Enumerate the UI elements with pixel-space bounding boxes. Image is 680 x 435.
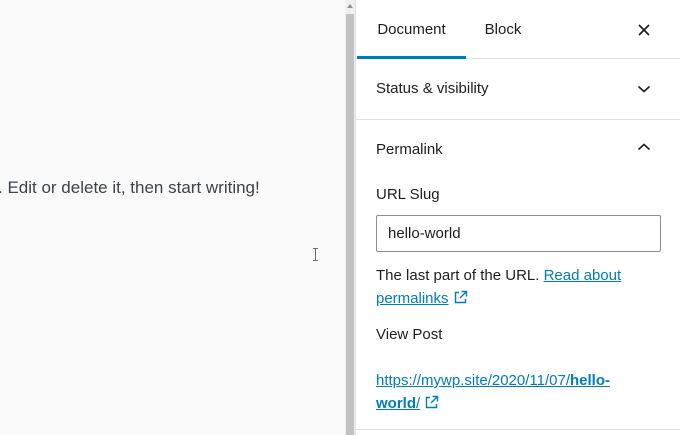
post-url-trailing: / (416, 395, 421, 412)
external-link-icon (454, 290, 467, 304)
chevron-up-icon (637, 143, 651, 151)
post-url-base: https://mywp.site/2020/11/07/ (376, 372, 570, 389)
scroll-up-arrow-icon[interactable] (347, 4, 353, 8)
post-url-slug-part-1: hello- (570, 372, 610, 389)
text-cursor-icon (313, 248, 318, 261)
status-visibility-panel-toggle[interactable]: Status & visibility (356, 59, 680, 120)
paragraph-block[interactable]: . Edit or delete it, then start writing! (0, 178, 260, 198)
post-url-slug-part-2: world (376, 395, 416, 412)
help-link-text-2: permalinks (376, 290, 449, 307)
help-text: The last part of the URL. (376, 267, 540, 284)
help-link-text-1: Read about (543, 267, 622, 284)
permalink-help-text: The last part of the URL. Read about perm… (376, 264, 666, 310)
view-post-label: View Post (376, 326, 443, 343)
scrollbar-thumb[interactable] (346, 14, 354, 435)
external-link-icon (425, 395, 439, 409)
editor-canvas[interactable]: . Edit or delete it, then start writing! (0, 0, 345, 435)
chevron-down-icon (637, 85, 651, 93)
post-url-link[interactable]: https://mywp.site/2020/11/07/hello-world… (376, 372, 610, 412)
post-url: https://mywp.site/2020/11/07/hello-world… (376, 369, 661, 415)
sidebar-tabs: Document Block (356, 0, 680, 59)
url-slug-label: URL Slug (376, 186, 440, 203)
permalink-title: Permalink (376, 141, 443, 158)
panel-divider (356, 429, 680, 430)
close-icon[interactable] (634, 20, 654, 40)
status-visibility-title: Status & visibility (376, 80, 489, 97)
tab-document[interactable]: Document (357, 0, 466, 59)
settings-sidebar: Document Block Status & visibility Perma… (355, 0, 680, 435)
permalink-panel-toggle[interactable]: Permalink (356, 120, 680, 180)
editor-scrollbar[interactable] (345, 0, 355, 435)
url-slug-input[interactable] (376, 215, 661, 252)
tab-block[interactable]: Block (468, 0, 538, 58)
